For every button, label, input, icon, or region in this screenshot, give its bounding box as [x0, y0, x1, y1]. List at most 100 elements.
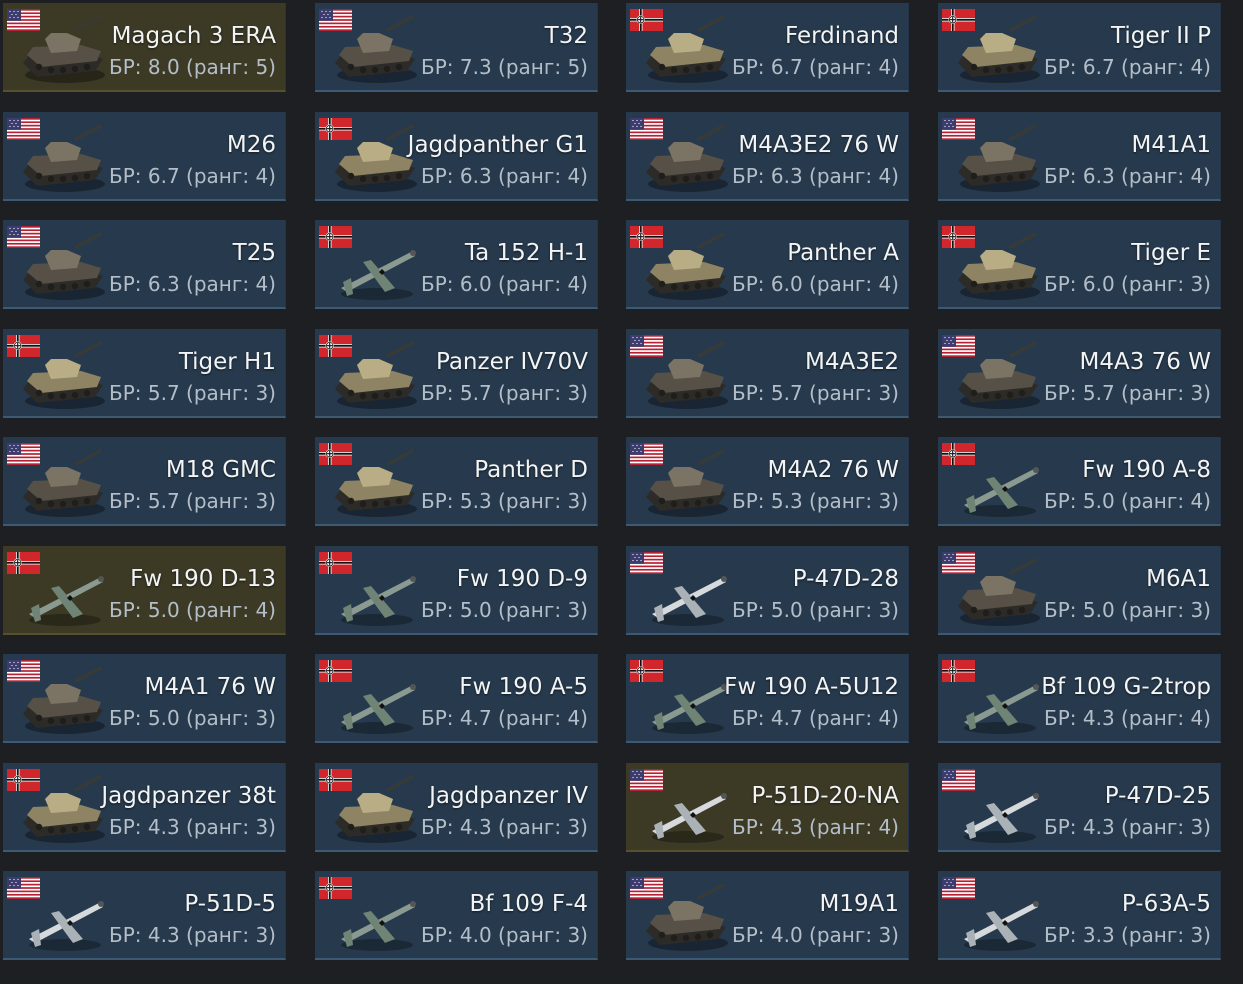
vehicle-card[interactable]: Bf 109 G-2trop БР: 4.3 (ранг: 4): [938, 654, 1221, 743]
vehicle-card[interactable]: M4A3E2 76 W БР: 6.3 (ранг: 4): [626, 112, 909, 201]
vehicle-name: Tiger II P: [1111, 23, 1211, 49]
vehicle-card[interactable]: Tiger H1 БР: 5.7 (ранг: 3): [3, 329, 286, 418]
vehicle-card[interactable]: Jagdpanther G1 БР: 6.3 (ранг: 4): [315, 112, 598, 201]
vehicle-card[interactable]: Tiger E БР: 6.0 (ранг: 3): [938, 220, 1221, 309]
vehicle-br-rank: БР: 4.0 (ранг: 3): [731, 923, 899, 947]
vehicle-br-rank: БР: 5.3 (ранг: 3): [420, 489, 588, 513]
vehicle-card[interactable]: M26 БР: 6.7 (ранг: 4): [3, 112, 286, 201]
vehicle-br-rank: БР: 6.3 (ранг: 4): [1043, 164, 1211, 188]
aircraft-icon: [15, 558, 113, 632]
vehicle-card[interactable]: M18 GMC БР: 5.7 (ранг: 3): [3, 437, 286, 526]
aircraft-icon: [950, 775, 1048, 849]
vehicle-card[interactable]: P-51D-20-NA БР: 4.3 (ранг: 4): [626, 763, 909, 852]
vehicle-name: Tiger E: [1131, 240, 1211, 266]
vehicle-br-rank: БР: 4.3 (ранг: 3): [420, 815, 588, 839]
vehicle-br-rank: БР: 5.7 (ранг: 3): [108, 489, 276, 513]
tank-icon: [327, 341, 425, 415]
vehicle-card[interactable]: M4A3 76 W БР: 5.7 (ранг: 3): [938, 329, 1221, 418]
tank-icon: [638, 232, 736, 306]
vehicle-card[interactable]: P-47D-25 БР: 4.3 (ранг: 3): [938, 763, 1221, 852]
vehicle-br-rank: БР: 6.7 (ранг: 4): [1043, 55, 1211, 79]
vehicle-card[interactable]: Bf 109 F-4 БР: 4.0 (ранг: 3): [315, 871, 598, 960]
aircraft-icon: [638, 558, 736, 632]
vehicle-card[interactable]: Jagdpanzer 38t БР: 4.3 (ранг: 3): [3, 763, 286, 852]
tank-icon: [15, 666, 113, 740]
vehicle-card[interactable]: Fw 190 A-5U12 БР: 4.7 (ранг: 4): [626, 654, 909, 743]
vehicle-br-rank: БР: 4.7 (ранг: 4): [420, 706, 588, 730]
vehicle-card[interactable]: Panzer IV70V БР: 5.7 (ранг: 3): [315, 329, 598, 418]
vehicle-name: Panther D: [474, 457, 588, 483]
vehicle-br-rank: БР: 6.3 (ранг: 4): [731, 164, 899, 188]
tank-icon: [15, 232, 113, 306]
vehicle-card[interactable]: M4A2 76 W БР: 5.3 (ранг: 3): [626, 437, 909, 526]
vehicle-name: Fw 190 A-8: [1082, 457, 1211, 483]
vehicle-name: Jagdpanzer IV: [429, 783, 588, 809]
vehicle-name: M26: [226, 132, 276, 158]
vehicle-card[interactable]: Tiger II P БР: 6.7 (ранг: 4): [938, 3, 1221, 92]
vehicle-name: Ta 152 H-1: [464, 240, 588, 266]
vehicle-br-rank: БР: 5.0 (ранг: 3): [108, 706, 276, 730]
aircraft-icon: [950, 883, 1048, 957]
vehicle-br-rank: БР: 5.0 (ранг: 4): [1043, 489, 1211, 513]
vehicle-br-rank: БР: 6.3 (ранг: 4): [108, 272, 276, 296]
vehicle-card[interactable]: Jagdpanzer IV БР: 4.3 (ранг: 3): [315, 763, 598, 852]
vehicle-card[interactable]: M6A1 БР: 5.0 (ранг: 3): [938, 546, 1221, 635]
vehicle-name: P-47D-28: [792, 566, 899, 592]
tank-icon: [327, 15, 425, 89]
vehicle-name: Fw 190 A-5: [459, 674, 588, 700]
vehicle-br-rank: БР: 7.3 (ранг: 5): [420, 55, 588, 79]
tank-icon: [15, 341, 113, 415]
vehicle-card[interactable]: Panther D БР: 5.3 (ранг: 3): [315, 437, 598, 526]
vehicle-card[interactable]: Ta 152 H-1 БР: 6.0 (ранг: 4): [315, 220, 598, 309]
vehicle-br-rank: БР: 4.7 (ранг: 4): [731, 706, 899, 730]
vehicle-name: M6A1: [1146, 566, 1211, 592]
tank-icon: [15, 15, 113, 89]
vehicle-name: M19A1: [819, 891, 899, 917]
tank-icon: [950, 341, 1048, 415]
vehicle-br-rank: БР: 5.7 (ранг: 3): [108, 381, 276, 405]
vehicle-br-rank: БР: 5.0 (ранг: 3): [1043, 598, 1211, 622]
tank-icon: [638, 15, 736, 89]
vehicle-card[interactable]: Panther A БР: 6.0 (ранг: 4): [626, 220, 909, 309]
vehicle-card[interactable]: P-47D-28 БР: 5.0 (ранг: 3): [626, 546, 909, 635]
vehicle-name: Fw 190 A-5U12: [724, 674, 899, 700]
vehicle-card[interactable]: P-63A-5 БР: 3.3 (ранг: 3): [938, 871, 1221, 960]
aircraft-icon: [327, 558, 425, 632]
vehicle-card[interactable]: M41A1 БР: 6.3 (ранг: 4): [938, 112, 1221, 201]
aircraft-icon: [327, 666, 425, 740]
vehicle-card[interactable]: Fw 190 D-9 БР: 5.0 (ранг: 3): [315, 546, 598, 635]
tank-icon: [638, 449, 736, 523]
vehicle-name: T32: [544, 23, 588, 49]
vehicle-name: P-63A-5: [1121, 891, 1211, 917]
vehicle-br-rank: БР: 4.0 (ранг: 3): [420, 923, 588, 947]
vehicle-card[interactable]: M19A1 БР: 4.0 (ранг: 3): [626, 871, 909, 960]
vehicle-card[interactable]: P-51D-5 БР: 4.3 (ранг: 3): [3, 871, 286, 960]
tank-icon: [327, 449, 425, 523]
tank-icon: [638, 883, 736, 957]
vehicle-name: P-51D-5: [184, 891, 276, 917]
vehicle-card[interactable]: T32 БР: 7.3 (ранг: 5): [315, 3, 598, 92]
tank-icon: [950, 15, 1048, 89]
vehicle-card[interactable]: Magach 3 ERA БР: 8.0 (ранг: 5): [3, 3, 286, 92]
vehicle-card[interactable]: Fw 190 A-8 БР: 5.0 (ранг: 4): [938, 437, 1221, 526]
tank-icon: [15, 124, 113, 198]
tank-icon: [950, 124, 1048, 198]
aircraft-icon: [638, 775, 736, 849]
aircraft-icon: [327, 232, 425, 306]
vehicle-card[interactable]: M4A3E2 БР: 5.7 (ранг: 3): [626, 329, 909, 418]
vehicle-br-rank: БР: 6.7 (ранг: 4): [108, 164, 276, 188]
vehicle-br-rank: БР: 5.7 (ранг: 3): [420, 381, 588, 405]
vehicle-card[interactable]: T25 БР: 6.3 (ранг: 4): [3, 220, 286, 309]
vehicle-card[interactable]: Ferdinand БР: 6.7 (ранг: 4): [626, 3, 909, 92]
vehicle-br-rank: БР: 6.7 (ранг: 4): [731, 55, 899, 79]
vehicle-card[interactable]: Fw 190 A-5 БР: 4.7 (ранг: 4): [315, 654, 598, 743]
vehicle-br-rank: БР: 4.3 (ранг: 3): [108, 815, 276, 839]
vehicle-name: Fw 190 D-13: [130, 566, 276, 592]
vehicle-br-rank: БР: 8.0 (ранг: 5): [108, 55, 276, 79]
aircraft-icon: [638, 666, 736, 740]
vehicle-name: M4A3 76 W: [1079, 349, 1211, 375]
vehicle-card[interactable]: M4A1 76 W БР: 5.0 (ранг: 3): [3, 654, 286, 743]
vehicle-card[interactable]: Fw 190 D-13 БР: 5.0 (ранг: 4): [3, 546, 286, 635]
vehicle-br-rank: БР: 5.7 (ранг: 3): [1043, 381, 1211, 405]
aircraft-icon: [950, 449, 1048, 523]
